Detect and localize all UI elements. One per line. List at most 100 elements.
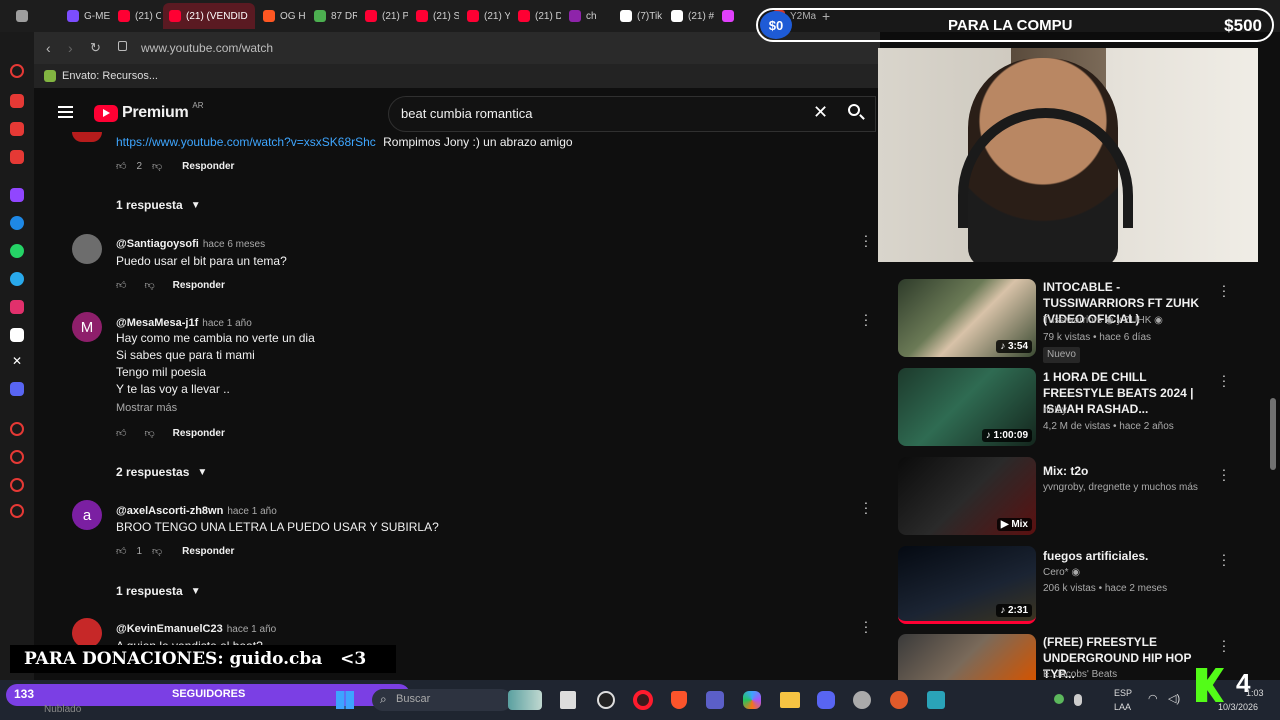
browser-tab-active[interactable]: (21) (VENDID <box>163 3 255 29</box>
browser-tab[interactable]: (21) Y <box>461 3 510 29</box>
bookmark-envato[interactable]: Envato: Recursos... <box>62 70 158 82</box>
show-replies-button[interactable]: 2 respuestas ▼ <box>116 465 207 479</box>
sidebar-app-icon[interactable] <box>10 422 24 436</box>
video-channel[interactable]: Cero* ◉ <box>1043 565 1080 581</box>
browser-tab[interactable]: G-ME <box>61 3 110 29</box>
avatar[interactable] <box>72 234 102 264</box>
like-icon[interactable]: 👍︎ <box>116 279 126 291</box>
teams-icon[interactable] <box>706 691 724 709</box>
show-replies-button[interactable]: 1 respuesta ▼ <box>116 198 201 212</box>
wifi-icon[interactable]: ◠ <box>1148 692 1158 705</box>
reply-button[interactable]: Responder <box>182 546 234 557</box>
x-icon[interactable]: ✕ <box>10 354 24 368</box>
discord-icon[interactable] <box>10 382 24 396</box>
show-more-button[interactable]: Mostrar más <box>116 402 177 414</box>
reply-button[interactable]: Responder <box>173 280 225 291</box>
taskbar-app-icon[interactable] <box>927 691 945 709</box>
reply-button[interactable]: Responder <box>182 161 234 172</box>
show-replies-button[interactable]: 1 respuesta ▼ <box>116 584 201 598</box>
video-menu-icon[interactable]: · · · <box>1220 633 1228 657</box>
dislike-icon[interactable]: 👎︎ <box>152 160 162 172</box>
video-thumbnail[interactable] <box>898 634 1036 680</box>
video-thumbnail[interactable]: ♪ 2:31 <box>898 546 1036 624</box>
browser-tab[interactable]: (21) Pa <box>359 3 408 29</box>
sidebar-app-icon[interactable] <box>10 150 24 164</box>
comment-author[interactable]: @KevinEmanuelC23 <box>116 623 223 635</box>
comment-time[interactable]: hace 1 año <box>227 624 277 635</box>
video-menu-icon[interactable]: · · · <box>1220 547 1228 571</box>
video-thumbnail[interactable]: ▶ Mix <box>898 457 1036 535</box>
sidebar-app-icon[interactable] <box>10 122 24 136</box>
video-channel[interactable]: yvngroby, dregnette y muchos más <box>1043 480 1223 496</box>
comment-menu-icon[interactable]: · · · <box>862 495 870 519</box>
like-icon[interactable]: 👍︎ <box>116 545 126 557</box>
windows-start-icon[interactable] <box>336 691 354 709</box>
dislike-icon[interactable]: 👎︎ <box>152 545 162 557</box>
extensions-icon[interactable] <box>10 478 24 492</box>
browser-tab[interactable]: ch <box>563 3 612 29</box>
sidebar-app-icon[interactable] <box>10 64 24 78</box>
reply-button[interactable]: Responder <box>173 428 225 439</box>
taskbar-app-icon[interactable] <box>890 691 908 709</box>
instagram-icon[interactable] <box>10 300 24 314</box>
volume-icon[interactable]: ◁) <box>1168 692 1180 705</box>
avatar[interactable]: M <box>72 312 102 342</box>
video-thumbnail[interactable]: ♪ 1:00:09 <box>898 368 1036 446</box>
browser-tab[interactable]: OG HO <box>257 3 306 29</box>
taskbar-search[interactable]: ⌕ Buscar <box>372 689 512 711</box>
whatsapp-icon[interactable] <box>10 244 24 258</box>
youtube-logo[interactable]: Premium AR <box>94 101 204 122</box>
video-menu-icon[interactable]: · · · <box>1220 462 1228 486</box>
tray-icons[interactable] <box>1054 694 1104 706</box>
copilot-icon[interactable] <box>743 691 761 709</box>
dislike-icon[interactable]: 👎︎ <box>144 279 154 291</box>
comment-author[interactable]: @Santiagoysofi <box>116 238 199 250</box>
browser-tab[interactable]: 87 DRI <box>308 3 357 29</box>
avatar[interactable] <box>72 618 102 648</box>
video-thumbnail[interactable]: ♪ 3:54 <box>898 279 1036 357</box>
browser-tab[interactable]: (21) #( <box>665 3 714 29</box>
avatar[interactable]: a <box>72 500 102 530</box>
video-title[interactable]: fuegos artificiales. <box>1043 548 1215 564</box>
url-field[interactable]: www.youtube.com/watch <box>141 41 273 55</box>
menu-icon[interactable] <box>58 106 73 118</box>
forward-icon[interactable]: › <box>68 40 73 56</box>
clear-search-icon[interactable]: ✕ <box>813 102 828 123</box>
sidebar-app-icon[interactable] <box>10 94 24 108</box>
messenger-icon[interactable] <box>10 216 24 230</box>
file-explorer-icon[interactable] <box>780 692 800 708</box>
like-icon[interactable]: 👍︎ <box>116 160 126 172</box>
video-menu-icon[interactable]: · · · <box>1220 278 1228 302</box>
brave-icon[interactable] <box>671 691 687 709</box>
comment-menu-icon[interactable]: · · · <box>862 307 870 331</box>
browser-tab[interactable] <box>10 3 59 29</box>
video-title[interactable]: Mix: t2o <box>1043 463 1215 479</box>
telegram-icon[interactable] <box>10 272 24 286</box>
browser-tab[interactable]: (21) Dc <box>512 3 561 29</box>
reload-icon[interactable]: ↻ <box>90 40 101 56</box>
video-channel[interactable]: no!zy <box>1043 403 1067 419</box>
discord-icon[interactable] <box>817 691 835 709</box>
like-icon[interactable]: 👍︎ <box>116 427 126 439</box>
search-input[interactable]: beat cumbia romantica <box>401 106 533 121</box>
comment-menu-icon[interactable]: · · · <box>862 228 870 252</box>
comment-time[interactable]: hace 6 meses <box>203 239 265 250</box>
video-title[interactable]: 1 HORA DE CHILL FREESTYLE BEATS 2024 | I… <box>1043 369 1215 417</box>
comment-link[interactable]: https://www.youtube.com/watch?v=xsxSK68r… <box>116 135 376 149</box>
comment-author[interactable]: @MesaMesa-j1f <box>116 317 198 329</box>
obs-icon[interactable] <box>597 691 615 709</box>
taskbar-app-icon[interactable] <box>508 690 542 710</box>
history-icon[interactable] <box>10 450 24 464</box>
comment-author[interactable]: @axelAscorti-zh8wn <box>116 505 223 517</box>
video-menu-icon[interactable]: · · · <box>1220 368 1228 392</box>
browser-tab[interactable]: (21) Si <box>410 3 459 29</box>
back-icon[interactable]: ‹ <box>46 40 51 56</box>
taskbar-app-icon[interactable] <box>853 691 871 709</box>
browser-tab[interactable]: (21) Ce <box>112 3 161 29</box>
page-scrollbar[interactable] <box>1270 398 1276 470</box>
video-channel[interactable]: Tussiwarriors ◉ y ZUHK ◉ <box>1043 313 1163 329</box>
settings-icon[interactable] <box>10 504 24 518</box>
browser-tab[interactable]: (7)Tik <box>614 3 663 29</box>
tiktok-icon[interactable] <box>10 328 24 342</box>
taskbar-app-icon[interactable] <box>560 691 576 709</box>
